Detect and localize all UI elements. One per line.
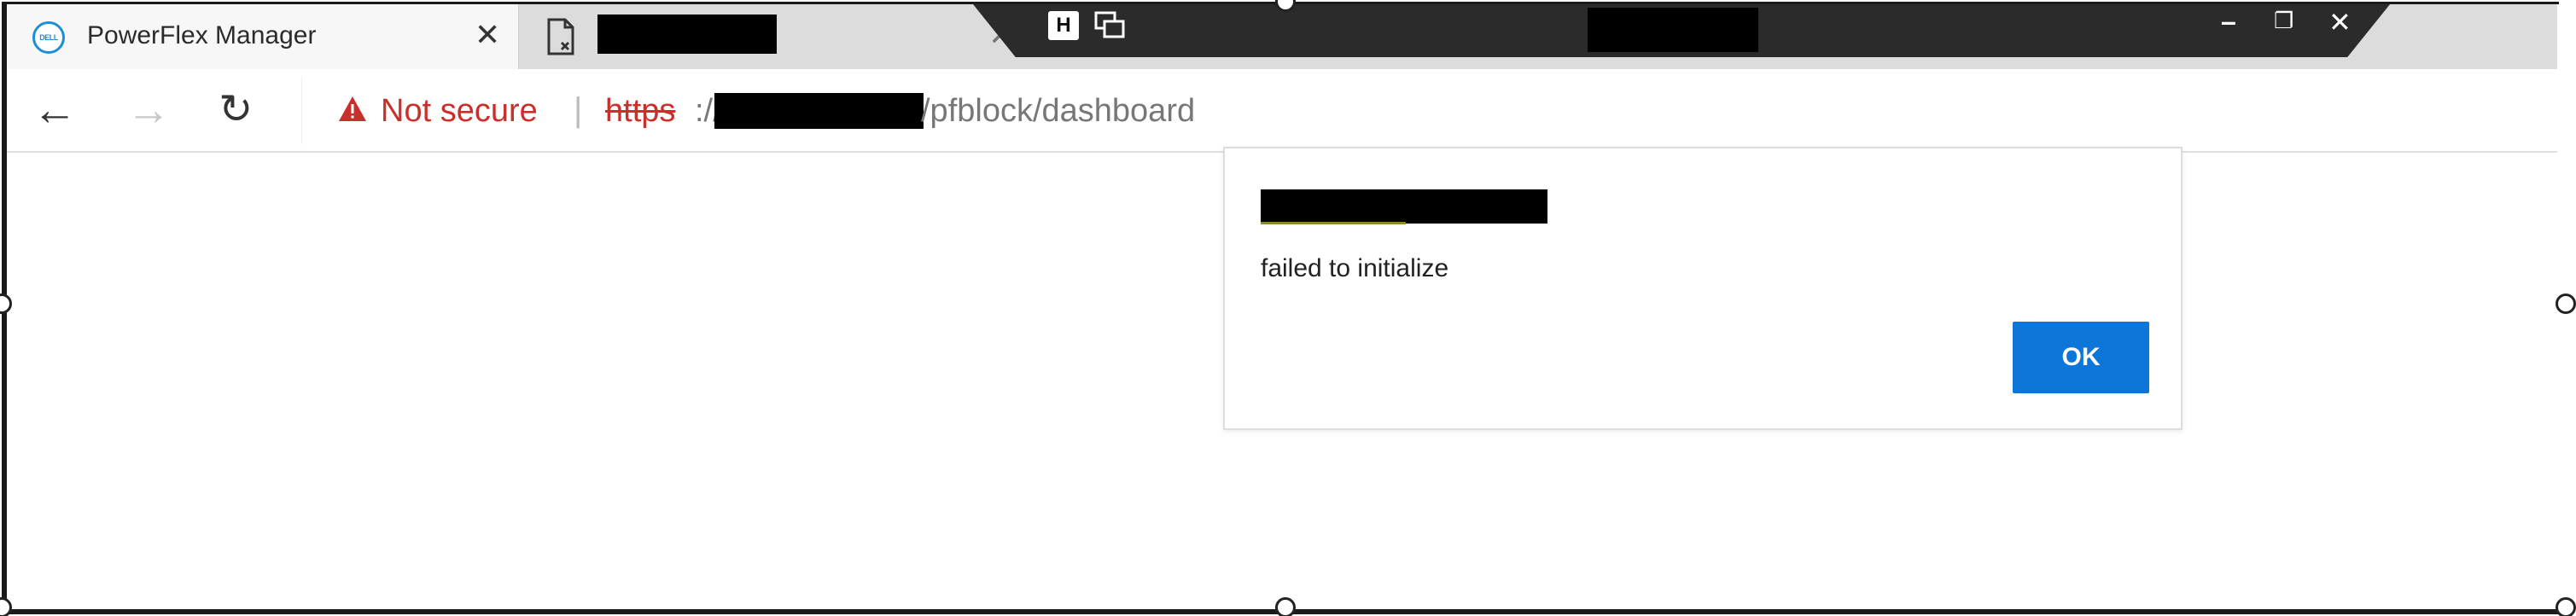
resize-handle-bottom-right[interactable] (2556, 597, 2576, 616)
resize-handle-right[interactable] (2556, 293, 2576, 314)
selection-frame (2, 2, 2574, 614)
resize-handle-bottom[interactable] (1275, 597, 1296, 616)
